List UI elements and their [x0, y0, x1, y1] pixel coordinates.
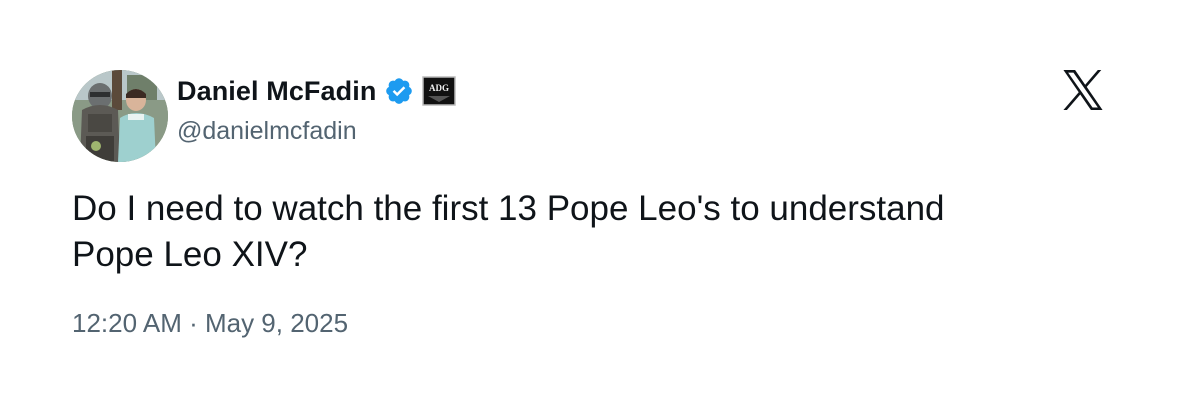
author-handle[interactable]: @danielmcfadin: [177, 117, 357, 146]
author-name-row: Daniel McFadin ADG: [177, 74, 457, 108]
avatar[interactable]: [72, 70, 168, 162]
verified-badge-icon: [386, 78, 413, 104]
tweet-card: Daniel McFadin ADG @danielmcfadin Do I n…: [0, 0, 1180, 408]
affiliate-badge-icon[interactable]: ADG: [422, 76, 457, 106]
display-name[interactable]: Daniel McFadin: [177, 76, 376, 107]
affiliate-badge-text: ADG: [429, 83, 449, 93]
avatar-photo-icon: [72, 70, 168, 162]
tweet-timestamp[interactable]: 12:20 AM · May 9, 2025: [72, 308, 348, 339]
timestamp-link[interactable]: 12:20 AM · May 9, 2025: [72, 308, 348, 338]
x-logo-icon[interactable]: [1060, 70, 1106, 110]
tweet-text: Do I need to watch the first 13 Pope Leo…: [72, 189, 945, 274]
